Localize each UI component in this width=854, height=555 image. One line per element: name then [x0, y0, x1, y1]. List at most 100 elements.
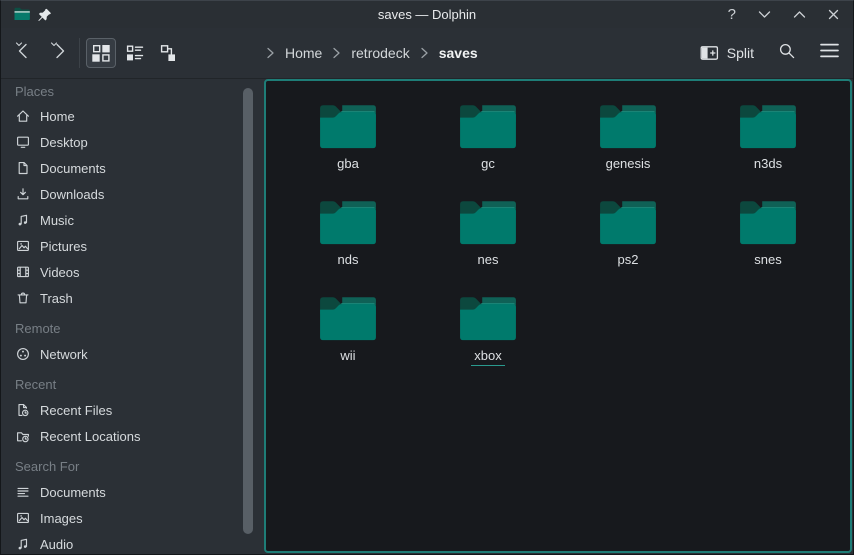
folder-item[interactable]: n3ds: [698, 90, 838, 186]
section-header-places: Places: [1, 79, 264, 103]
section-header-recent: Recent: [1, 371, 264, 397]
folder-label: gba: [334, 156, 362, 173]
recent-files-icon: [15, 402, 31, 418]
sidebar-item-label: Music: [40, 213, 74, 228]
maximize-button[interactable]: [793, 10, 806, 19]
sidebar-item-documents[interactable]: Documents: [1, 155, 264, 181]
folder-label: nes: [475, 252, 502, 269]
section-places: Places Home Desktop Documents Downloads: [1, 79, 264, 311]
folder-item[interactable]: nes: [418, 186, 558, 282]
chevron-right-icon: [420, 47, 429, 59]
section-search-for: Search For Documents Images Audio: [1, 453, 264, 554]
sidebar-item-label: Recent Files: [40, 403, 112, 418]
music-note-icon: [15, 212, 31, 228]
back-dropdown-icon: [15, 42, 23, 47]
sidebar-item-trash[interactable]: Trash: [1, 285, 264, 311]
sidebar-scrollbar[interactable]: [243, 88, 253, 534]
dolphin-window: saves — Dolphin ?: [0, 0, 854, 555]
forward-dropdown-icon: [50, 42, 58, 47]
places-panel: Places Home Desktop Documents Downloads: [1, 79, 264, 554]
folder-label: snes: [751, 252, 784, 269]
sidebar-item-music[interactable]: Music: [1, 207, 264, 233]
folder-item[interactable]: ps2: [558, 186, 698, 282]
section-remote: Remote Network: [1, 315, 264, 367]
breadcrumb-retrodeck[interactable]: retrodeck: [351, 45, 409, 61]
compact-view-icon: [126, 44, 144, 62]
sidebar-item-recent-locations[interactable]: Recent Locations: [1, 423, 264, 449]
sidebar-item-label: Documents: [40, 485, 106, 500]
icons-view-button[interactable]: [86, 38, 116, 68]
folder-grid: gba gc: [266, 81, 852, 378]
sidebar-item-label: Trash: [40, 291, 73, 306]
section-header-remote: Remote: [1, 315, 264, 341]
document-icon: [15, 160, 31, 176]
folder-item[interactable]: gc: [418, 90, 558, 186]
sidebar-item-label: Desktop: [40, 135, 88, 150]
details-view-icon: [160, 44, 178, 62]
icons-view-icon: [92, 44, 110, 62]
sidebar-item-search-images[interactable]: Images: [1, 505, 264, 531]
sidebar-item-recent-files[interactable]: Recent Files: [1, 397, 264, 423]
folder-label: xbox: [471, 348, 504, 366]
recent-locations-icon: [15, 428, 31, 444]
sidebar-item-label: Videos: [40, 265, 80, 280]
sidebar-item-pictures[interactable]: Pictures: [1, 233, 264, 259]
folder-label: nds: [335, 252, 362, 269]
desktop-icon: [15, 134, 31, 150]
sidebar-item-label: Network: [40, 347, 88, 362]
network-icon: [15, 346, 31, 362]
folder-label: genesis: [603, 156, 654, 173]
sidebar-item-downloads[interactable]: Downloads: [1, 181, 264, 207]
image-icon: [15, 510, 31, 526]
window-title: saves — Dolphin: [1, 1, 853, 28]
split-label: Split: [727, 45, 754, 61]
chevron-right-icon: [332, 47, 341, 59]
sidebar-item-label: Recent Locations: [40, 429, 140, 444]
folder-icon: [597, 99, 659, 151]
folder-item[interactable]: wii: [278, 282, 418, 378]
titlebar: saves — Dolphin ?: [1, 1, 853, 28]
folder-item[interactable]: gba: [278, 90, 418, 186]
sidebar-item-home[interactable]: Home: [1, 103, 264, 129]
minimize-button[interactable]: [758, 10, 771, 19]
compact-view-button[interactable]: [120, 38, 150, 68]
forward-button[interactable]: [44, 40, 74, 68]
folder-item[interactable]: genesis: [558, 90, 698, 186]
split-button[interactable]: Split: [700, 44, 754, 62]
split-view-icon: [700, 44, 719, 62]
breadcrumb: Home retrodeck saves: [266, 28, 478, 78]
folder-item[interactable]: xbox: [418, 282, 558, 378]
breadcrumb-current[interactable]: saves: [439, 45, 478, 61]
breadcrumb-home[interactable]: Home: [285, 45, 322, 61]
folder-label: wii: [337, 348, 358, 365]
folder-item[interactable]: snes: [698, 186, 838, 282]
sidebar-item-search-documents[interactable]: Documents: [1, 479, 264, 505]
folder-icon: [457, 291, 519, 343]
close-button[interactable]: [828, 9, 839, 20]
text-lines-icon: [15, 484, 31, 500]
sidebar-item-desktop[interactable]: Desktop: [1, 129, 264, 155]
sidebar-item-label: Documents: [40, 161, 106, 176]
folder-label: ps2: [615, 252, 642, 269]
folder-icon: [457, 195, 519, 247]
sidebar-item-label: Audio: [40, 537, 73, 552]
download-icon: [15, 186, 31, 202]
folder-item[interactable]: nds: [278, 186, 418, 282]
sidebar-item-label: Images: [40, 511, 83, 526]
folder-icon: [317, 291, 379, 343]
search-icon: [778, 42, 796, 60]
details-view-button[interactable]: [154, 38, 184, 68]
folder-label: n3ds: [751, 156, 785, 173]
search-button[interactable]: [778, 42, 796, 65]
chevron-right-icon: [266, 47, 275, 59]
sidebar-item-network[interactable]: Network: [1, 341, 264, 367]
help-button[interactable]: ?: [728, 7, 736, 22]
sidebar-item-videos[interactable]: Videos: [1, 259, 264, 285]
sidebar-item-search-audio[interactable]: Audio: [1, 531, 264, 554]
hamburger-menu-button[interactable]: [820, 43, 839, 63]
folder-icon: [317, 99, 379, 151]
back-button[interactable]: [9, 40, 39, 68]
folder-icon: [457, 99, 519, 151]
sidebar-item-label: Downloads: [40, 187, 104, 202]
folder-icon: [737, 195, 799, 247]
